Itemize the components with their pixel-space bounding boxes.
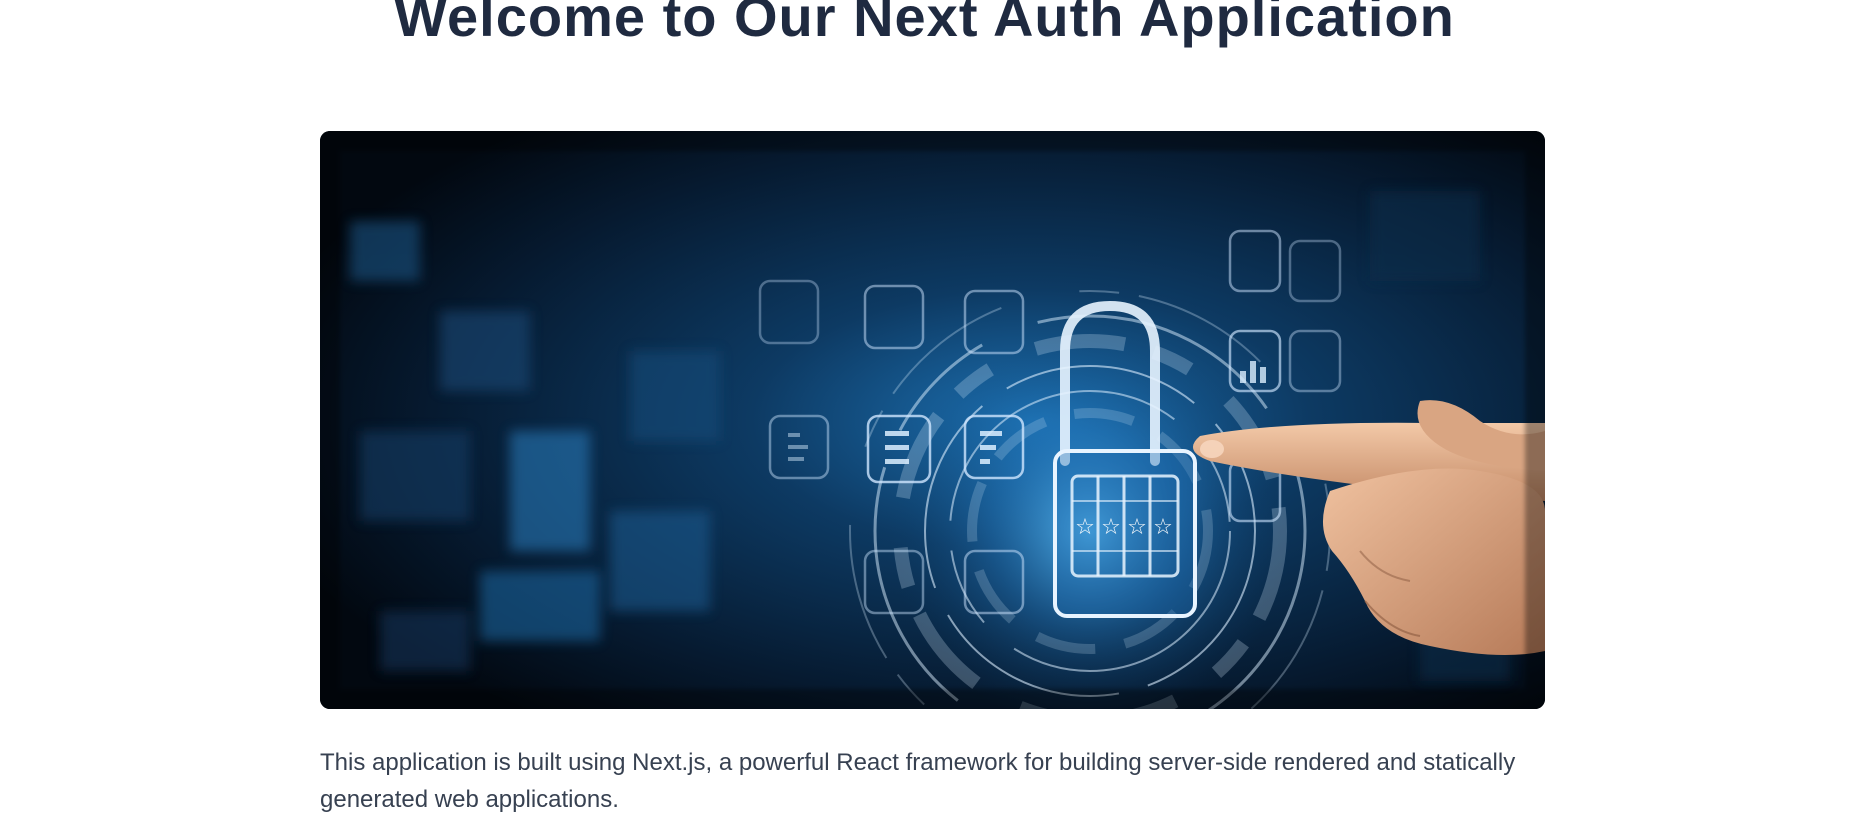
- lock-code-symbol: ☆: [1075, 515, 1095, 540]
- lock-code-symbol: ☆: [1101, 515, 1121, 540]
- cybersecurity-lock-illustration: ☆ ☆ ☆ ☆: [320, 131, 1545, 709]
- page-title: Welcome to Our Next Auth Application: [394, 0, 1455, 48]
- lock-code-symbol: ☆: [1127, 515, 1147, 540]
- intro-paragraph: This application is built using Next.js,…: [320, 749, 1516, 813]
- hero-image: ☆ ☆ ☆ ☆: [320, 131, 1545, 709]
- page: Welcome to Our Next Auth Application ☆ ☆…: [0, 0, 1849, 832]
- lock-code-symbol: ☆: [1153, 515, 1173, 540]
